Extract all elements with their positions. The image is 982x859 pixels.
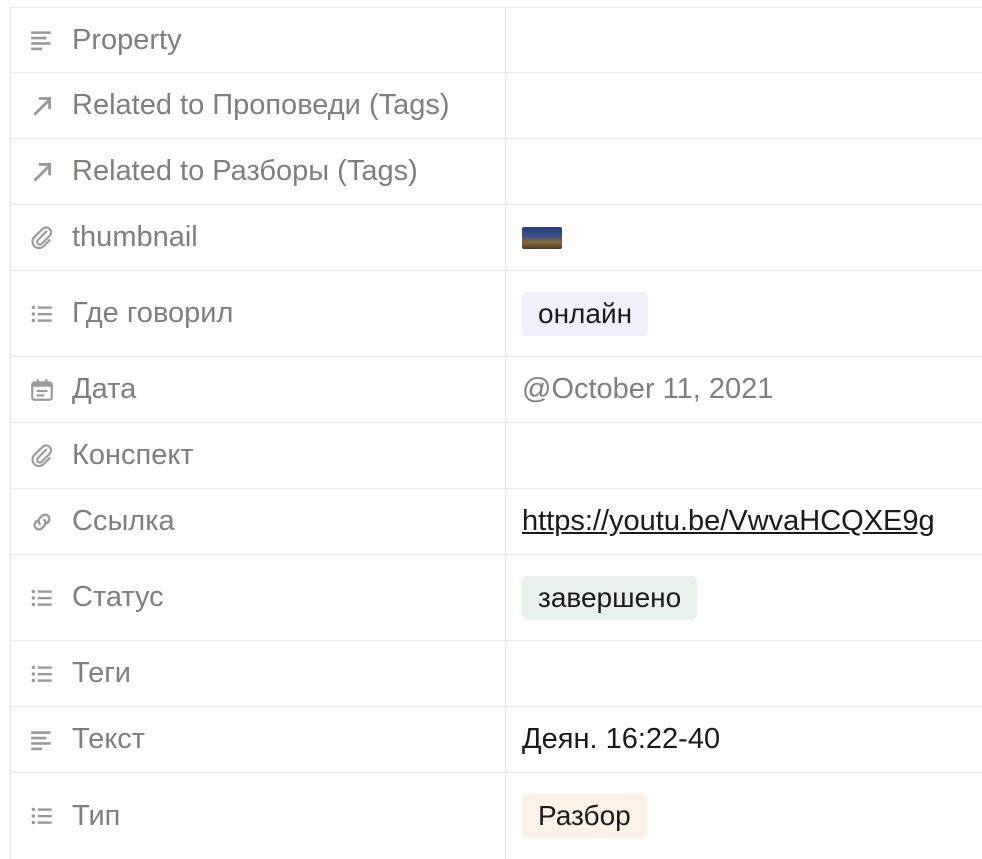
- arrow-up-right-icon: [27, 157, 57, 187]
- property-row-related-propovedi[interactable]: Related to Проповеди (Tags): [10, 73, 982, 139]
- property-row-thumbnail[interactable]: thumbnail: [10, 205, 982, 271]
- property-name-cell[interactable]: Ссылка: [10, 489, 506, 554]
- date-value[interactable]: @October 11, 2021: [506, 357, 982, 422]
- property-value-cell[interactable]: [506, 73, 982, 138]
- property-value-cell[interactable]: [506, 641, 982, 706]
- property-name-cell[interactable]: Дата: [10, 357, 506, 422]
- property-name-cell[interactable]: Related to Разборы (Tags): [10, 139, 506, 204]
- property-name: Дата: [72, 373, 137, 405]
- property-name: thumbnail: [72, 221, 198, 253]
- status-tag[interactable]: завершено: [522, 575, 698, 620]
- property-row-tekst[interactable]: Текст Деян. 16:22-40: [10, 707, 982, 773]
- property-name-cell[interactable]: Конспект: [10, 423, 506, 488]
- link-icon: [27, 507, 57, 537]
- property-row-gde-govoril[interactable]: Где говорил онлайн: [10, 271, 982, 357]
- property-name: Related to Разборы (Tags): [72, 155, 418, 187]
- property-name: Конспект: [72, 439, 194, 471]
- paperclip-icon: [27, 223, 57, 253]
- property-value-cell[interactable]: завершено: [506, 555, 982, 640]
- property-name-cell[interactable]: Статус: [10, 555, 506, 640]
- text-value[interactable]: Деян. 16:22-40: [506, 707, 982, 772]
- property-name: Текст: [72, 723, 146, 755]
- property-row-ssylka[interactable]: Ссылка https://youtu.be/VwvaHCQXE9g: [10, 489, 982, 555]
- property-name-cell[interactable]: Текст: [10, 707, 506, 772]
- property-value-cell[interactable]: [506, 423, 982, 488]
- property-row-related-razbory[interactable]: Related to Разборы (Tags): [10, 139, 982, 205]
- property-row-property[interactable]: Property: [10, 7, 982, 73]
- property-name: Ссылка: [72, 505, 175, 537]
- text-lines-icon: [27, 725, 57, 755]
- property-name-cell[interactable]: Related to Проповеди (Tags): [10, 73, 506, 138]
- property-name-cell[interactable]: thumbnail: [10, 205, 506, 270]
- property-name: Где говорил: [72, 297, 234, 329]
- type-tag[interactable]: Разбор: [522, 794, 647, 838]
- calendar-icon: [27, 375, 57, 405]
- property-name-cell[interactable]: Тип: [10, 773, 506, 859]
- properties-table: Property Related to Проповеди (Tags) Rel…: [10, 7, 982, 859]
- property-name-cell[interactable]: Теги: [10, 641, 506, 706]
- thumbnail-image[interactable]: [522, 226, 562, 249]
- paperclip-icon: [27, 441, 57, 471]
- property-value-cell[interactable]: [506, 139, 982, 204]
- select-tag[interactable]: онлайн: [522, 291, 649, 336]
- property-value-cell[interactable]: онлайн: [506, 271, 982, 356]
- property-name-cell[interactable]: Property: [10, 8, 506, 72]
- list-icon: [27, 659, 57, 689]
- property-row-tip[interactable]: Тип Разбор: [10, 773, 982, 859]
- property-name: Property: [72, 23, 182, 56]
- property-value-cell[interactable]: [506, 8, 982, 72]
- property-name: Тип: [72, 799, 121, 832]
- property-row-data[interactable]: Дата @October 11, 2021: [10, 357, 982, 423]
- property-value-cell[interactable]: Разбор: [506, 773, 982, 859]
- text-lines-icon: [27, 25, 57, 55]
- property-row-konspekt[interactable]: Конспект: [10, 423, 982, 489]
- property-name: Статус: [72, 581, 164, 613]
- property-value-cell[interactable]: [506, 205, 982, 270]
- property-name: Related to Проповеди (Tags): [72, 89, 450, 121]
- list-icon: [27, 583, 57, 613]
- url-link[interactable]: https://youtu.be/VwvaHCQXE9g: [522, 505, 935, 538]
- property-name-cell[interactable]: Где говорил: [10, 271, 506, 356]
- property-name: Теги: [72, 657, 131, 689]
- arrow-up-right-icon: [27, 91, 57, 121]
- list-icon: [27, 299, 57, 329]
- property-row-tegi[interactable]: Теги: [10, 641, 982, 707]
- list-icon: [27, 801, 57, 831]
- property-value-cell[interactable]: https://youtu.be/VwvaHCQXE9g: [506, 489, 982, 554]
- property-row-status[interactable]: Статус завершено: [10, 555, 982, 641]
